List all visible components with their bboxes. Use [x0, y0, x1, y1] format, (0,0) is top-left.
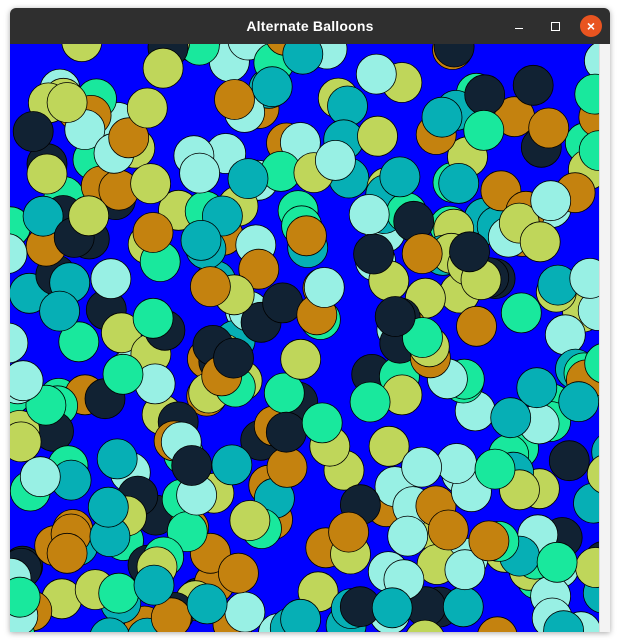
mint-balloon[interactable]	[132, 297, 174, 339]
navy-balloon[interactable]	[449, 231, 490, 273]
lime-balloon[interactable]	[126, 87, 168, 129]
gold-balloon[interactable]	[477, 616, 518, 632]
aqua-balloon[interactable]	[90, 258, 132, 300]
teal-balloon[interactable]	[211, 444, 253, 486]
teal-balloon[interactable]	[39, 290, 80, 332]
lime-balloon[interactable]	[519, 221, 561, 263]
gold-balloon[interactable]	[456, 305, 497, 347]
navy-balloon[interactable]	[464, 74, 506, 116]
gold-balloon[interactable]	[401, 233, 443, 275]
lime-balloon[interactable]	[46, 82, 88, 123]
minimize-button[interactable]	[508, 15, 530, 37]
teal-balloon[interactable]	[438, 162, 480, 204]
aqua-balloon[interactable]	[530, 180, 572, 222]
teal-balloon[interactable]	[251, 66, 293, 108]
lime-balloon[interactable]	[68, 195, 110, 237]
navy-balloon[interactable]	[171, 445, 213, 486]
gold-balloon[interactable]	[468, 520, 510, 562]
gold-balloon[interactable]	[266, 446, 308, 488]
mint-balloon[interactable]	[574, 73, 600, 115]
lime-balloon[interactable]	[280, 338, 322, 380]
lime-balloon[interactable]	[575, 547, 601, 588]
mint-balloon[interactable]	[463, 110, 505, 151]
mint-balloon[interactable]	[301, 402, 343, 444]
aqua-balloon[interactable]	[224, 591, 266, 632]
teal-balloon[interactable]	[180, 219, 222, 261]
teal-balloon[interactable]	[379, 156, 421, 198]
maximize-button[interactable]	[544, 15, 566, 37]
mint-balloon[interactable]	[474, 448, 516, 490]
gold-balloon[interactable]	[217, 552, 259, 594]
lime-balloon[interactable]	[61, 44, 103, 63]
gold-balloon[interactable]	[528, 107, 570, 149]
teal-balloon[interactable]	[421, 96, 463, 138]
teal-balloon[interactable]	[558, 381, 600, 423]
mint-balloon[interactable]	[349, 381, 391, 423]
mint-balloon[interactable]	[500, 292, 542, 334]
balloon-svg	[10, 44, 600, 632]
navy-balloon[interactable]	[548, 440, 590, 482]
aqua-balloon[interactable]	[355, 53, 397, 95]
lime-balloon[interactable]	[142, 47, 184, 89]
aqua-balloon[interactable]	[179, 152, 221, 194]
gold-balloon[interactable]	[46, 532, 88, 574]
close-icon: ×	[586, 18, 596, 34]
mint-balloon[interactable]	[536, 541, 578, 583]
aqua-balloon[interactable]	[387, 515, 429, 557]
window-title: Alternate Balloons	[246, 18, 374, 34]
teal-balloon[interactable]	[227, 158, 269, 200]
gold-balloon[interactable]	[132, 212, 174, 253]
navy-balloon[interactable]	[265, 411, 307, 453]
teal-balloon[interactable]	[133, 564, 175, 606]
gold-balloon[interactable]	[328, 511, 370, 553]
minimize-icon	[515, 28, 523, 29]
aqua-balloon[interactable]	[348, 194, 390, 235]
navy-balloon[interactable]	[374, 296, 416, 337]
teal-balloon[interactable]	[96, 438, 138, 480]
app-window: Alternate Balloons ×	[10, 8, 610, 632]
lime-balloon[interactable]	[130, 163, 172, 205]
gold-balloon[interactable]	[189, 266, 231, 308]
aqua-balloon[interactable]	[436, 443, 478, 484]
teal-balloon[interactable]	[87, 486, 129, 528]
mint-balloon[interactable]	[102, 353, 144, 395]
aqua-balloon[interactable]	[10, 322, 29, 364]
navy-balloon[interactable]	[12, 111, 54, 152]
teal-balloon[interactable]	[371, 587, 413, 629]
teal-balloon[interactable]	[442, 586, 484, 628]
lime-balloon[interactable]	[26, 153, 68, 195]
lime-balloon[interactable]	[229, 500, 271, 541]
navy-balloon[interactable]	[213, 337, 254, 379]
gold-balloon[interactable]	[427, 509, 469, 551]
teal-balloon[interactable]	[490, 397, 532, 439]
maximize-icon	[550, 21, 560, 31]
aqua-balloon[interactable]	[19, 456, 61, 498]
balloon-canvas[interactable]	[10, 44, 600, 632]
aqua-balloon[interactable]	[544, 314, 586, 356]
window-controls: ×	[508, 15, 602, 37]
aqua-balloon[interactable]	[303, 267, 345, 308]
teal-balloon[interactable]	[186, 583, 228, 625]
mint-balloon[interactable]	[98, 572, 140, 614]
aqua-balloon[interactable]	[314, 140, 356, 181]
gold-balloon[interactable]	[214, 79, 255, 120]
aqua-balloon[interactable]	[401, 446, 443, 488]
lime-balloon[interactable]	[357, 115, 398, 157]
navy-balloon[interactable]	[512, 64, 554, 106]
close-button[interactable]: ×	[580, 15, 602, 37]
gold-balloon[interactable]	[285, 215, 327, 257]
navy-balloon[interactable]	[353, 233, 395, 275]
right-scrollbar[interactable]	[599, 44, 610, 632]
title-bar[interactable]: Alternate Balloons ×	[10, 8, 610, 44]
